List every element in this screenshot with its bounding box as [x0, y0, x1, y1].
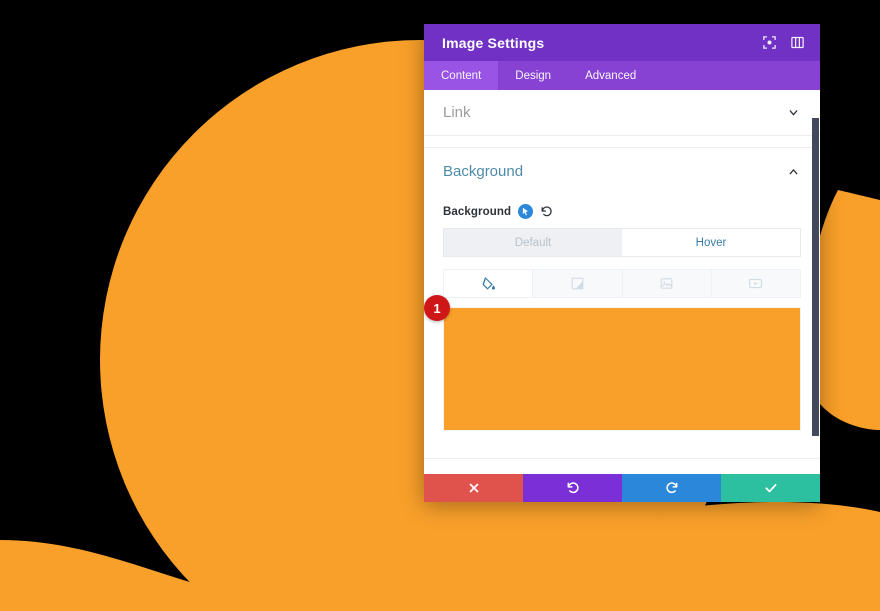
- background-state-toggle: Default Hover: [443, 228, 801, 257]
- step-badge-1: 1: [424, 295, 450, 321]
- section-spacer-2: [424, 445, 820, 459]
- tab-content[interactable]: Content: [424, 61, 499, 90]
- section-link[interactable]: Link: [424, 90, 820, 136]
- background-color-tab[interactable]: [444, 270, 534, 297]
- layout-panel-icon[interactable]: [789, 34, 806, 51]
- background-section-content: Background Default Hover 1: [424, 194, 820, 445]
- background-image-tab[interactable]: [623, 270, 712, 297]
- save-button[interactable]: [721, 474, 820, 502]
- chevron-down-icon: [787, 106, 800, 119]
- tab-design[interactable]: Design: [498, 61, 568, 90]
- state-default-button[interactable]: Default: [444, 229, 622, 256]
- modal-title: Image Settings: [442, 34, 545, 51]
- background-field-header: Background: [443, 194, 801, 228]
- modal-scrollbar-thumb[interactable]: [812, 118, 819, 436]
- gradient-icon: [570, 276, 585, 291]
- cancel-button[interactable]: [424, 474, 523, 502]
- modal-header-icons: [761, 34, 806, 51]
- background-type-tabs: [443, 269, 801, 298]
- modal-header: Image Settings: [424, 24, 820, 61]
- section-admin-label[interactable]: Admin Label: [424, 459, 820, 473]
- state-hover-button[interactable]: Hover: [622, 229, 800, 256]
- redo-button[interactable]: [622, 474, 721, 502]
- background-field-label: Background: [443, 205, 512, 218]
- background-gradient-tab[interactable]: [533, 270, 623, 297]
- paint-bucket-icon: [481, 276, 496, 291]
- modal-footer: [424, 473, 820, 502]
- modal-body: Link Background Background Default Hover…: [424, 90, 820, 473]
- image-settings-modal: Image Settings Content Design Advanced L…: [424, 24, 820, 502]
- background-video-tab[interactable]: [712, 270, 800, 297]
- close-x-icon: [468, 482, 480, 494]
- chevron-up-icon: [787, 165, 800, 178]
- tab-advanced[interactable]: Advanced: [568, 61, 653, 90]
- modal-scrollbar-track[interactable]: [812, 90, 820, 473]
- image-icon: [659, 276, 674, 291]
- check-icon: [764, 481, 778, 495]
- undo-reset-icon[interactable]: [540, 205, 554, 219]
- section-background-label: Background: [443, 162, 524, 180]
- undo-button[interactable]: [523, 474, 622, 502]
- section-link-label: Link: [443, 104, 471, 121]
- cursor-pointer-icon[interactable]: [518, 204, 534, 219]
- section-background[interactable]: Background: [424, 148, 820, 194]
- background-color-swatch[interactable]: [443, 307, 801, 431]
- redo-arrow-icon: [665, 481, 679, 495]
- fullscreen-icon[interactable]: [761, 34, 778, 51]
- section-spacer: [424, 136, 820, 148]
- modal-tab-bar: Content Design Advanced: [424, 61, 820, 90]
- undo-arrow-icon: [566, 481, 580, 495]
- video-icon: [748, 276, 763, 291]
- background-color-preview-wrap: 1: [424, 295, 801, 445]
